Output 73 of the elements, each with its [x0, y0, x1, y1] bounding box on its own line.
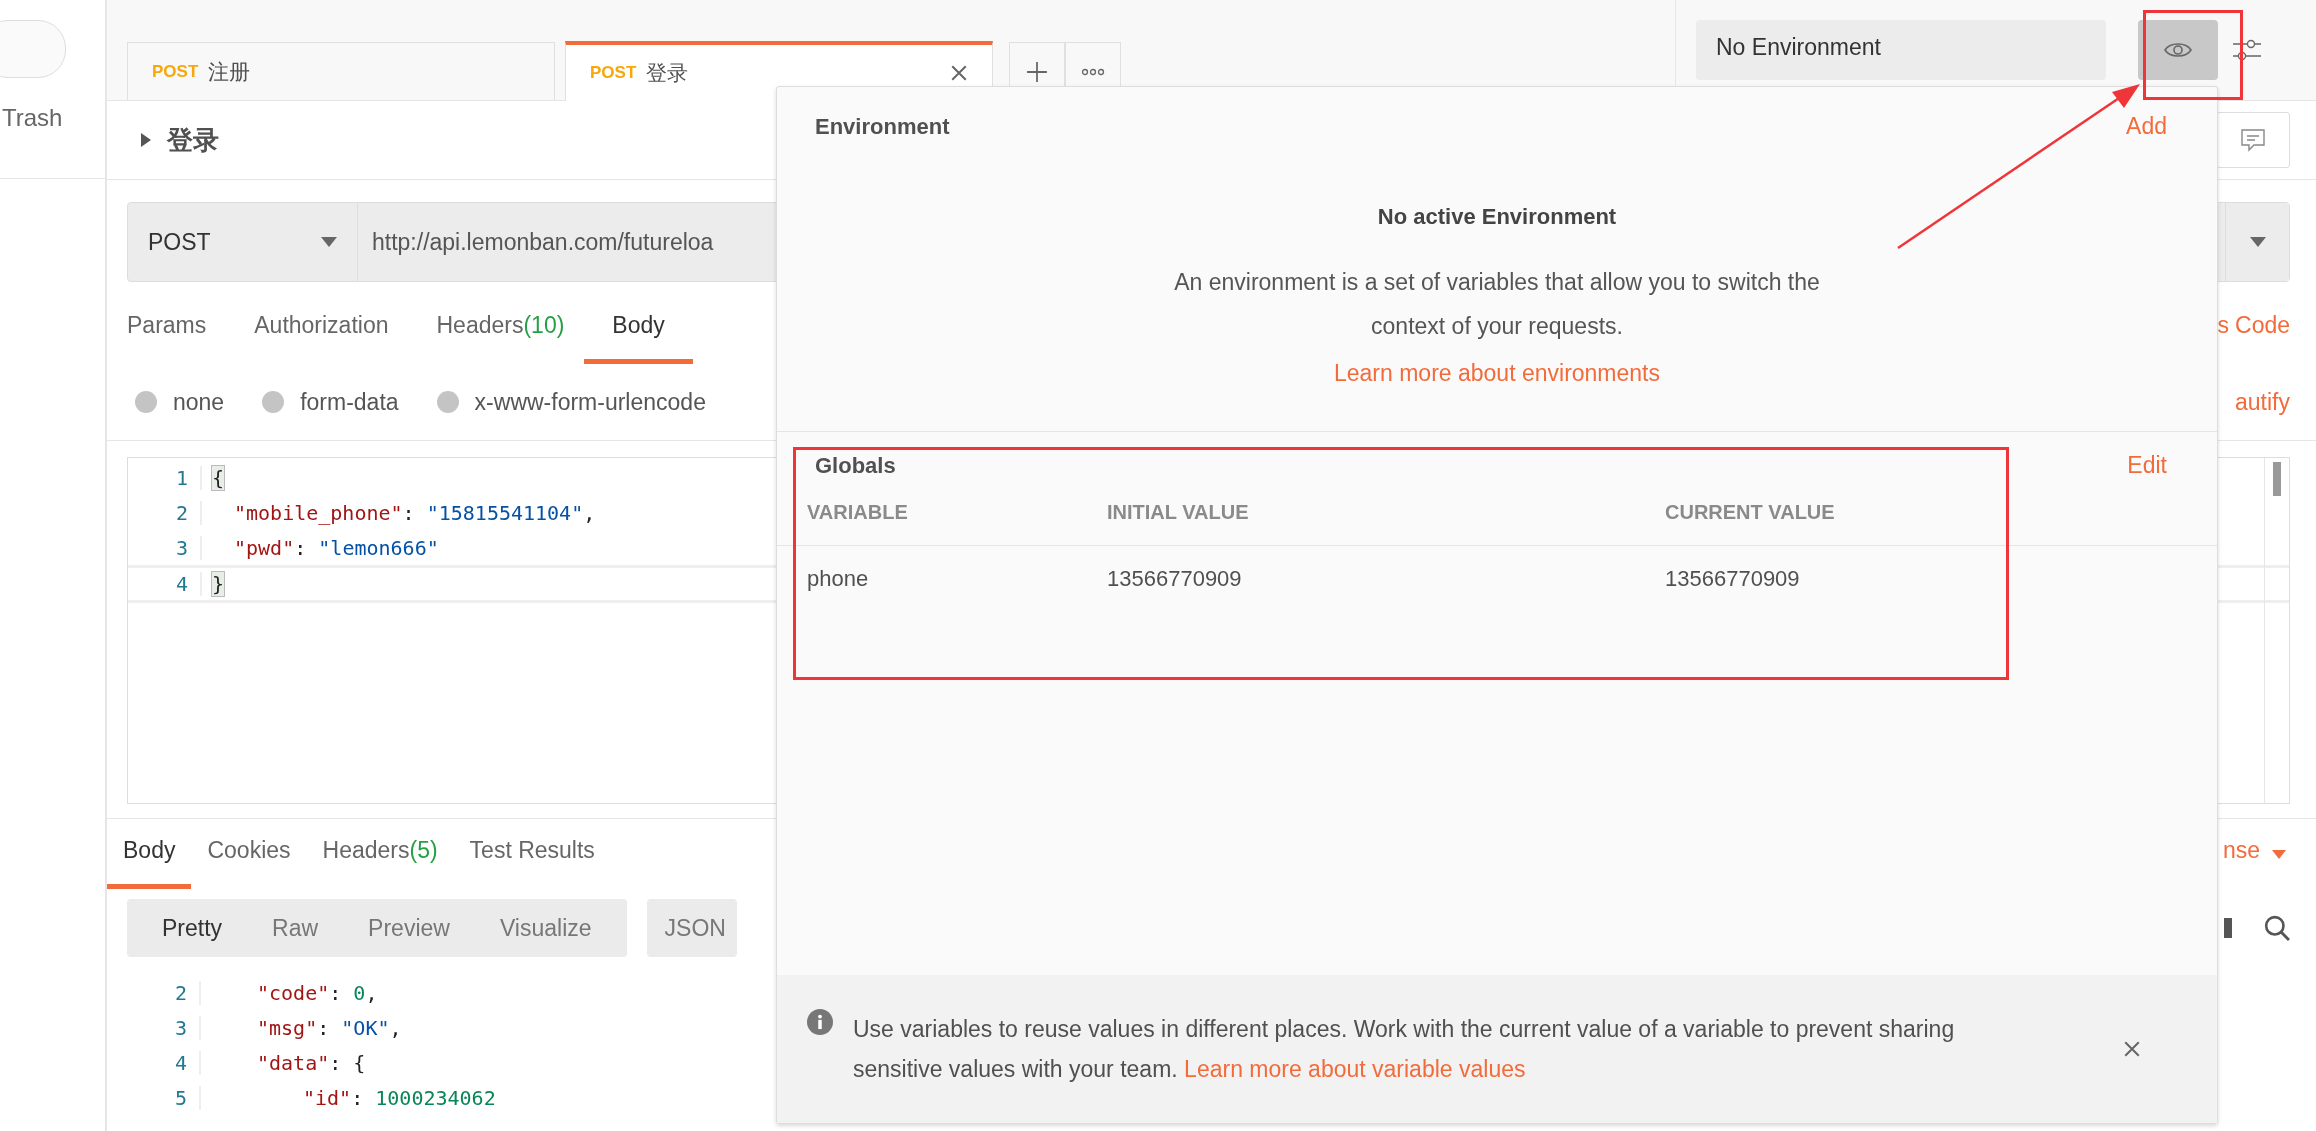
- radio-label[interactable]: none: [173, 388, 225, 416]
- sidebar-item[interactable]: Trash: [0, 104, 82, 132]
- empty-title: No active Environment: [1377, 204, 1617, 230]
- edit-link[interactable]: Edit: [2127, 452, 2167, 479]
- caret-icon: [2249, 237, 2266, 247]
- format-tab[interactable]: Visualize: [474, 899, 617, 957]
- line-number: 4: [173, 1050, 188, 1075]
- language-select[interactable]: JSON: [646, 899, 737, 957]
- info-icon: [807, 1009, 833, 1035]
- radio-button[interactable]: [135, 391, 157, 413]
- section-title: Environment: [815, 113, 950, 140]
- settings-icon[interactable]: [2232, 37, 2262, 63]
- response-tab[interactable]: Headers(5): [306, 819, 454, 889]
- code-line: "data": {: [199, 1050, 366, 1075]
- table-cell-text: 13566770909: [1107, 566, 1243, 592]
- request-section-tab[interactable]: Params: [127, 300, 207, 364]
- link[interactable]: s: [2217, 300, 2229, 364]
- line-number: 4: [174, 572, 189, 596]
- environment-select[interactable]: No Environment: [1696, 20, 2106, 80]
- learn-more-link[interactable]: Learn more about environments: [1334, 360, 1660, 387]
- plus-icon: [1026, 60, 1048, 83]
- add-link[interactable]: Add: [2126, 113, 2167, 140]
- eye-button[interactable]: [2138, 20, 2218, 80]
- format-tab[interactable]: Raw: [247, 899, 344, 957]
- request-tab[interactable]: POST 注册: [127, 42, 555, 100]
- line-number: 5: [173, 1085, 188, 1110]
- line-number: 2: [174, 500, 189, 525]
- close-icon[interactable]: [950, 64, 968, 82]
- column-header: INITIAL VALUE: [1107, 500, 1250, 524]
- radio-label[interactable]: x-www-form-urlencode: [474, 388, 706, 416]
- code-line: }: [200, 572, 225, 596]
- comment-icon: [2240, 128, 2266, 152]
- request-section-tab[interactable]: Headers(10): [436, 300, 565, 364]
- format-tab[interactable]: Pretty: [137, 899, 248, 957]
- code-line: "msg": "OK",: [199, 1015, 402, 1040]
- search-field[interactable]: [0, 20, 66, 78]
- column-header: VARIABLE: [807, 500, 909, 524]
- code-line: "id": 1000234062: [199, 1085, 496, 1110]
- request-section-tab[interactable]: Body: [584, 300, 693, 364]
- line-number: 3: [173, 1015, 188, 1040]
- radio-button[interactable]: [262, 391, 285, 413]
- line-number: 1: [174, 465, 189, 490]
- table-cell-text: 13566770909: [1665, 566, 1801, 592]
- request-section-tab[interactable]: Authorization: [254, 300, 389, 364]
- response-tab[interactable]: Cookies: [191, 819, 307, 889]
- close-icon[interactable]: [2123, 1040, 2141, 1058]
- caret-icon[interactable]: [141, 133, 151, 147]
- request-title: 登录: [167, 123, 219, 157]
- line-number: 3: [174, 535, 189, 560]
- radio-button[interactable]: [436, 391, 459, 413]
- more-icon: [1081, 67, 1105, 76]
- section-title: Globals: [815, 452, 896, 479]
- code-line: {: [200, 465, 225, 490]
- code-line: "code": 0,: [199, 980, 378, 1005]
- tip-text: Use variables to reuse values in different places. Work with the current value of a variable to prevent sharing sensitive values with your team. Learn more about variable values: [853, 1015, 1956, 1084]
- code-line: "mobile_phone": "15815541104",: [200, 500, 596, 525]
- search-icon[interactable]: [2264, 915, 2290, 941]
- response-tab[interactable]: Body: [107, 819, 192, 889]
- code-line: "pwd": "lemon666": [200, 535, 439, 560]
- beautify-link[interactable]: autify: [2235, 388, 2290, 416]
- column-header: CURRENT VALUE: [1665, 500, 1836, 524]
- line-number: 2: [173, 980, 188, 1005]
- link[interactable]: Code: [2235, 300, 2290, 364]
- radio-label[interactable]: form-data: [300, 388, 399, 416]
- comment-button[interactable]: [2216, 112, 2290, 168]
- table-cell-text: phone: [807, 566, 870, 592]
- empty-text: An environment is a set of variables that allow you to switch the context of your requests.: [1173, 268, 1821, 341]
- caret-icon: [321, 237, 337, 247]
- save-response-link[interactable]: nse: [2222, 819, 2260, 889]
- response-tab[interactable]: Test Results: [453, 819, 611, 889]
- eye-icon: [2163, 40, 2193, 60]
- format-tab[interactable]: Preview: [343, 899, 475, 957]
- method-select[interactable]: POST: [128, 203, 358, 281]
